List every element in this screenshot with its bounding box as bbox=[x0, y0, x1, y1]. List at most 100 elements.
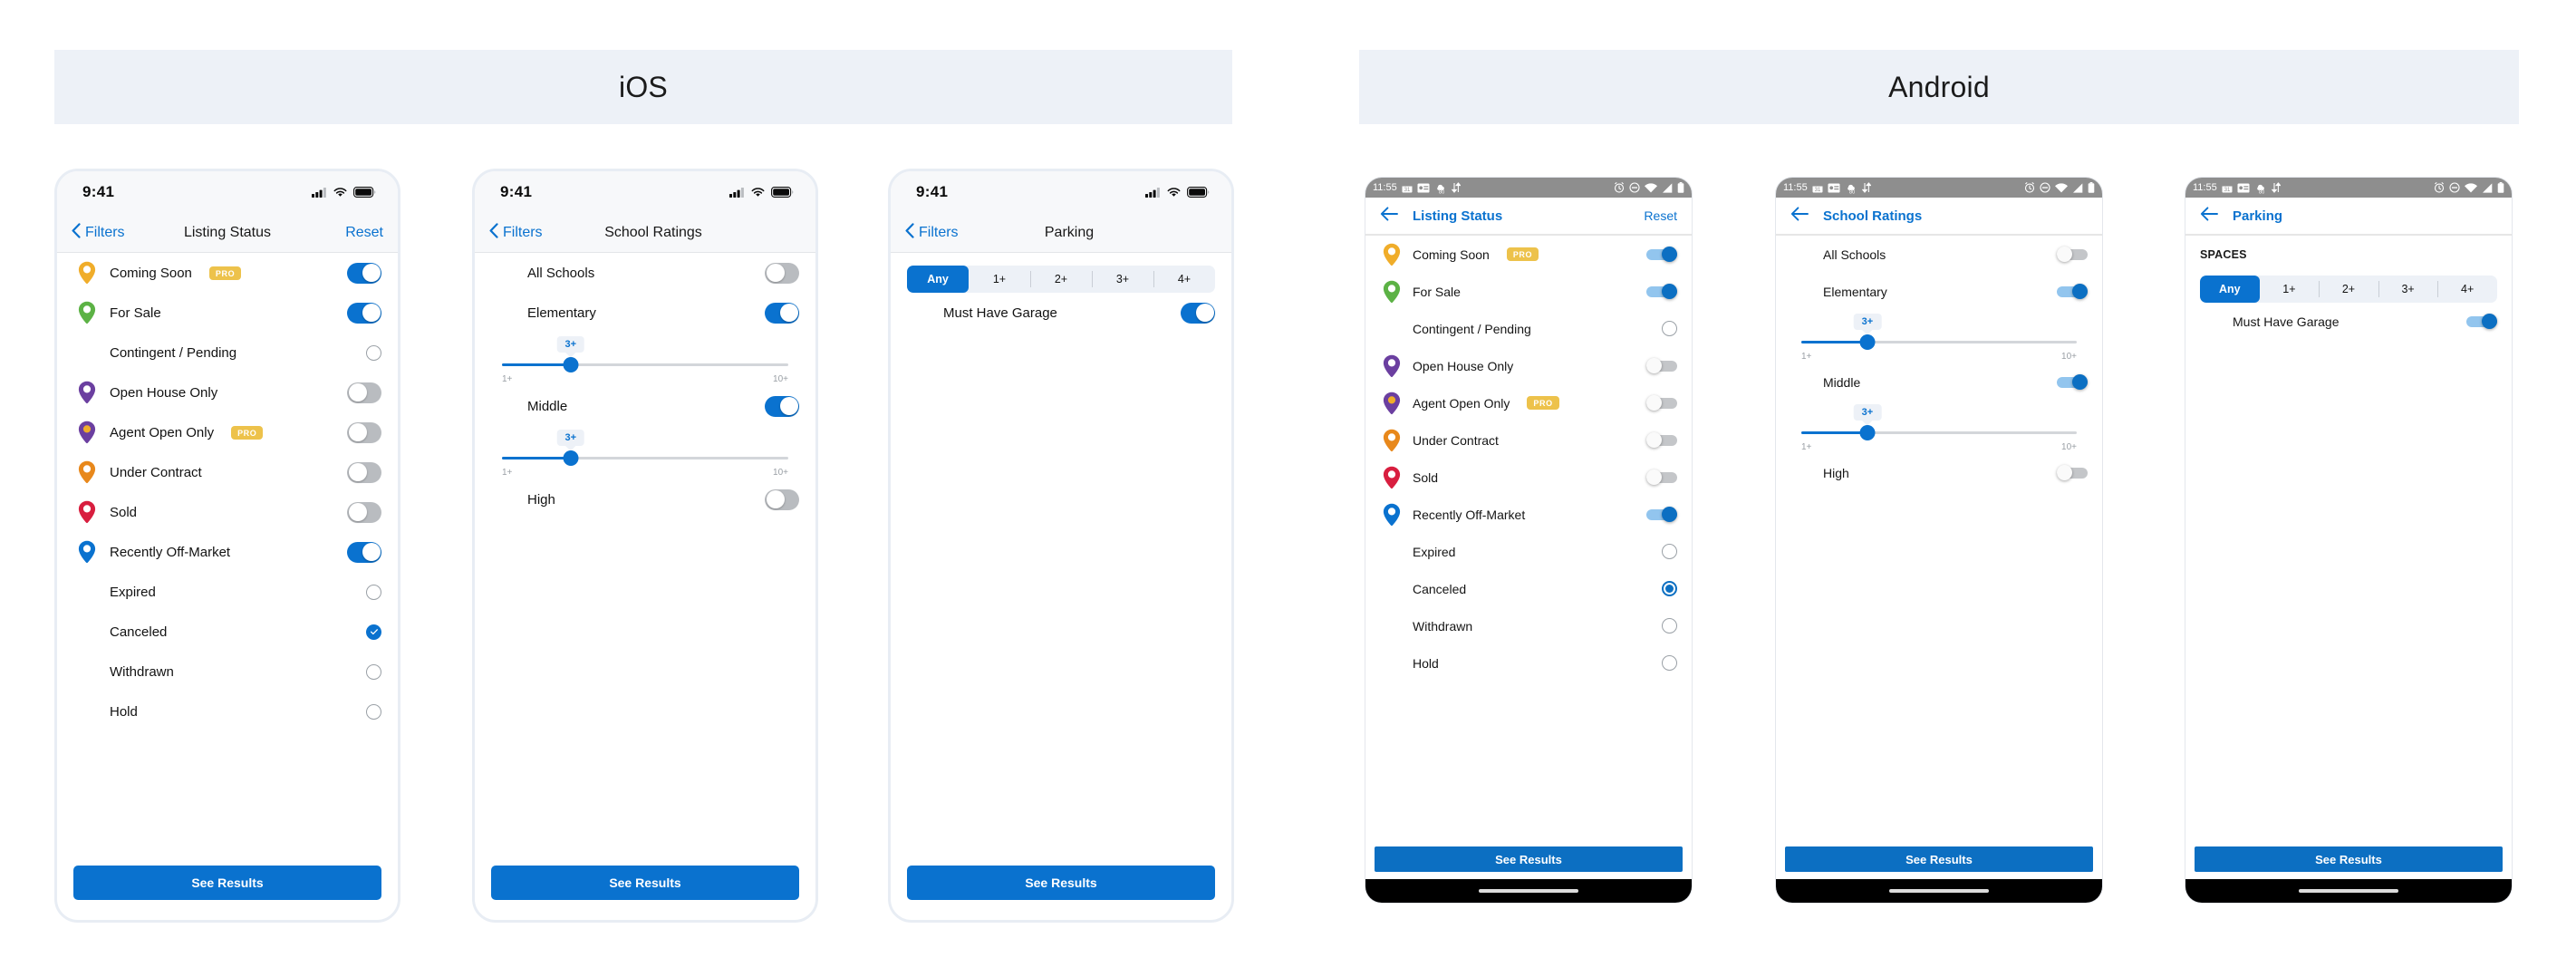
radio-button[interactable] bbox=[1662, 581, 1677, 596]
back-button[interactable]: Filters bbox=[489, 222, 543, 243]
toggle-switch[interactable] bbox=[2057, 374, 2088, 390]
list-item[interactable]: For Sale bbox=[1380, 273, 1677, 310]
reset-button[interactable]: Reset bbox=[345, 225, 383, 241]
list-item[interactable]: Contingent / Pending bbox=[73, 333, 381, 372]
toggle-switch[interactable] bbox=[347, 421, 381, 443]
slider-handle[interactable] bbox=[563, 450, 579, 466]
list-item[interactable]: Must Have Garage bbox=[907, 293, 1215, 333]
slider-track-row[interactable] bbox=[1801, 334, 2077, 350]
back-button[interactable]: Filters bbox=[905, 222, 959, 243]
list-item[interactable]: All Schools bbox=[1790, 236, 2088, 273]
segment-option-4plus[interactable]: 4+ bbox=[2437, 276, 2497, 303]
see-results-button[interactable]: See Results bbox=[1375, 846, 1683, 872]
toggle-switch[interactable] bbox=[2466, 314, 2497, 329]
list-item[interactable]: Middle bbox=[491, 386, 799, 426]
toggle-switch[interactable] bbox=[1646, 469, 1677, 485]
list-item[interactable]: Recently Off-Market bbox=[73, 532, 381, 572]
list-item[interactable]: Under Contract bbox=[1380, 421, 1677, 459]
list-item[interactable]: Hold bbox=[1380, 644, 1677, 682]
back-button[interactable] bbox=[1790, 206, 1809, 226]
segment-option-any[interactable]: Any bbox=[907, 266, 969, 293]
segment-option-3plus[interactable]: 3+ bbox=[2378, 276, 2438, 303]
list-item[interactable]: Agent Open Only PRO bbox=[73, 412, 381, 452]
segment-option-2plus[interactable]: 2+ bbox=[1030, 266, 1092, 293]
slider-handle[interactable] bbox=[563, 357, 579, 372]
slider-track-row[interactable] bbox=[502, 357, 788, 372]
list-item[interactable]: Must Have Garage bbox=[2200, 303, 2497, 340]
toggle-switch[interactable] bbox=[347, 501, 381, 523]
slider-track-row[interactable] bbox=[502, 450, 788, 466]
toggle-switch[interactable] bbox=[1181, 302, 1215, 324]
toggle-switch[interactable] bbox=[765, 395, 799, 417]
segment-option-4plus[interactable]: 4+ bbox=[1153, 266, 1215, 293]
toggle-switch[interactable] bbox=[2057, 284, 2088, 299]
back-button[interactable]: Filters bbox=[72, 222, 125, 243]
list-item[interactable]: Sold bbox=[73, 492, 381, 532]
toggle-switch[interactable] bbox=[2057, 247, 2088, 262]
list-item[interactable]: Hold bbox=[73, 692, 381, 731]
toggle-switch[interactable] bbox=[347, 302, 381, 324]
segment-option-3plus[interactable]: 3+ bbox=[1092, 266, 1153, 293]
radio-button[interactable] bbox=[1662, 618, 1677, 634]
list-item[interactable]: Coming Soon PRO bbox=[1380, 236, 1677, 273]
back-button[interactable] bbox=[2200, 206, 2218, 226]
toggle-switch[interactable] bbox=[1646, 284, 1677, 299]
toggle-switch[interactable] bbox=[765, 488, 799, 510]
list-item[interactable]: Open House Only bbox=[1380, 347, 1677, 384]
segment-option-1plus[interactable]: 1+ bbox=[969, 266, 1030, 293]
slider-handle[interactable] bbox=[1859, 334, 1876, 350]
android-gesture-bar[interactable] bbox=[2185, 879, 2512, 903]
toggle-switch[interactable] bbox=[347, 382, 381, 403]
slider-track-row[interactable] bbox=[1801, 425, 2077, 440]
reset-button[interactable]: Reset bbox=[1644, 208, 1677, 223]
segment-option-any[interactable]: Any bbox=[2200, 276, 2260, 303]
toggle-switch[interactable] bbox=[765, 302, 799, 324]
android-gesture-bar[interactable] bbox=[1365, 879, 1692, 903]
slider-handle[interactable] bbox=[1859, 425, 1876, 440]
radio-button[interactable] bbox=[1662, 544, 1677, 559]
list-item[interactable]: Sold bbox=[1380, 459, 1677, 496]
list-item[interactable]: Withdrawn bbox=[1380, 607, 1677, 644]
toggle-switch[interactable] bbox=[1646, 507, 1677, 522]
list-item[interactable]: Expired bbox=[73, 572, 381, 612]
list-item[interactable]: For Sale bbox=[73, 293, 381, 333]
radio-button[interactable] bbox=[366, 344, 381, 361]
toggle-switch[interactable] bbox=[347, 461, 381, 483]
list-item[interactable]: Agent Open Only PRO bbox=[1380, 384, 1677, 421]
radio-button[interactable] bbox=[366, 584, 381, 600]
android-gesture-bar[interactable] bbox=[1776, 879, 2102, 903]
see-results-button[interactable]: See Results bbox=[1785, 846, 2093, 872]
segment-option-2plus[interactable]: 2+ bbox=[2319, 276, 2378, 303]
see-results-button[interactable]: See Results bbox=[491, 866, 799, 900]
list-item[interactable]: Recently Off-Market bbox=[1380, 496, 1677, 533]
list-item[interactable]: All Schools bbox=[491, 253, 799, 293]
list-item[interactable]: Contingent / Pending bbox=[1380, 310, 1677, 347]
back-button[interactable] bbox=[1380, 206, 1398, 226]
toggle-switch[interactable] bbox=[1646, 395, 1677, 411]
list-item[interactable]: High bbox=[1790, 454, 2088, 491]
toggle-switch[interactable] bbox=[1646, 432, 1677, 448]
toggle-switch[interactable] bbox=[2057, 465, 2088, 480]
list-item[interactable]: Elementary bbox=[1790, 273, 2088, 310]
list-item[interactable]: Expired bbox=[1380, 533, 1677, 570]
checkbox-checked[interactable] bbox=[366, 624, 381, 640]
list-item[interactable]: Open House Only bbox=[73, 372, 381, 412]
radio-button[interactable] bbox=[366, 663, 381, 680]
radio-button[interactable] bbox=[1662, 321, 1677, 336]
list-item[interactable]: Coming Soon PRO bbox=[73, 253, 381, 293]
list-item[interactable]: Middle bbox=[1790, 363, 2088, 401]
toggle-switch[interactable] bbox=[1646, 247, 1677, 262]
toggle-switch[interactable] bbox=[347, 541, 381, 563]
list-item[interactable]: High bbox=[491, 479, 799, 519]
radio-button[interactable] bbox=[1662, 655, 1677, 671]
toggle-switch[interactable] bbox=[765, 262, 799, 284]
toggle-switch[interactable] bbox=[1646, 358, 1677, 373]
see-results-button[interactable]: See Results bbox=[2195, 846, 2503, 872]
see-results-button[interactable]: See Results bbox=[907, 866, 1215, 900]
see-results-button[interactable]: See Results bbox=[73, 866, 381, 900]
list-item[interactable]: Canceled bbox=[73, 612, 381, 652]
list-item[interactable]: Canceled bbox=[1380, 570, 1677, 607]
segment-option-1plus[interactable]: 1+ bbox=[2260, 276, 2320, 303]
radio-button[interactable] bbox=[366, 703, 381, 720]
toggle-switch[interactable] bbox=[347, 262, 381, 284]
